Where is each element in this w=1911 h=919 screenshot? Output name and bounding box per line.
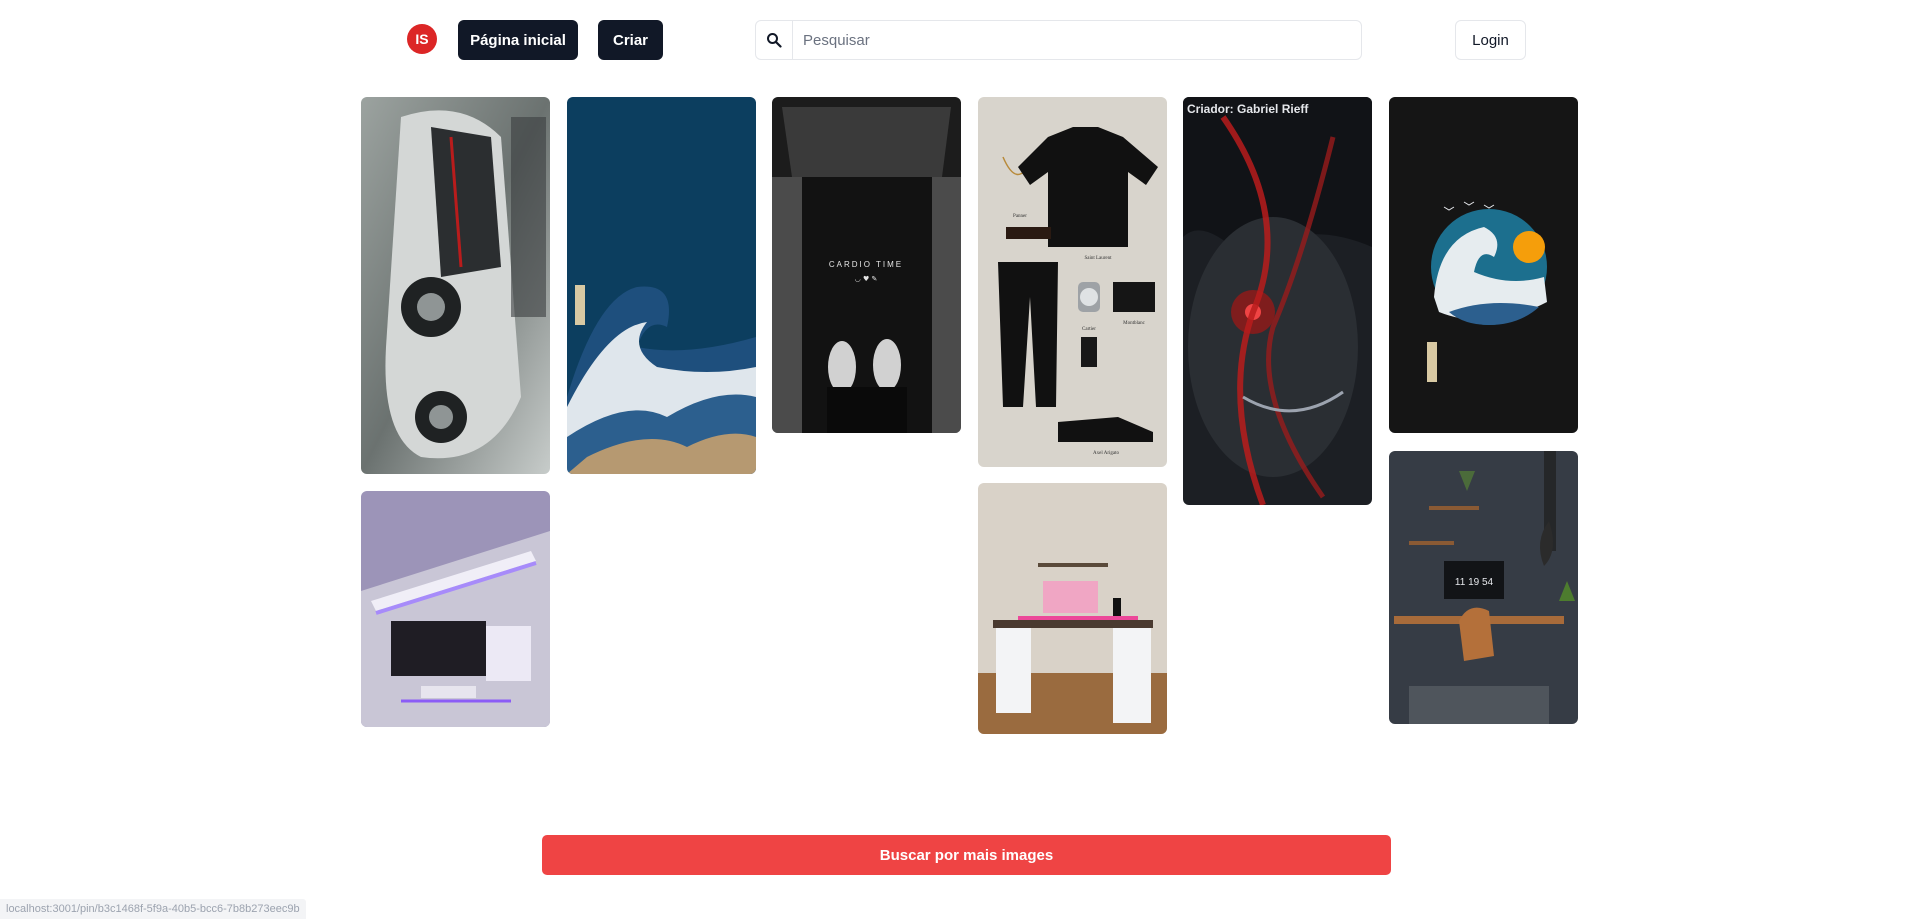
pin-creator-credit: Criador: Gabriel Rieff — [1187, 102, 1309, 116]
pin-great-wave-image — [567, 97, 756, 474]
pin-treadmill-image: CARDIO TIME ◡ ♥ ✎ — [772, 97, 961, 433]
search-icon[interactable] — [756, 21, 793, 59]
search-input[interactable] — [793, 22, 1361, 58]
top-navbar: IS Página inicial Criar Login — [0, 0, 1911, 80]
pin-anime-image — [1183, 97, 1372, 505]
app-logo[interactable]: IS — [407, 24, 437, 54]
outfit-label-1: Panner — [1013, 214, 1027, 219]
status-bar-url: localhost:3001/pin/b3c1468f-5f9a-40b5-bc… — [0, 899, 306, 919]
home-button[interactable]: Página inicial — [458, 20, 578, 60]
treadmill-caption: CARDIO TIME — [829, 260, 903, 269]
pin-anime[interactable]: Criador: Gabriel Rieff — [1183, 97, 1372, 505]
search-bar — [755, 20, 1362, 60]
treadmill-subcaption: ◡ ♥ ✎ — [855, 275, 878, 283]
pin-great-wave[interactable] — [567, 97, 756, 474]
office-clock: 11 19 54 — [1455, 577, 1494, 588]
outfit-label-3: Cartier — [1082, 327, 1096, 332]
pin-purple-setup-image — [361, 491, 550, 727]
login-button[interactable]: Login — [1455, 20, 1526, 60]
pin-purple-setup[interactable] — [361, 491, 550, 727]
pin-pink-desk[interactable] — [978, 483, 1167, 734]
pin-outfit-image: Panner Saint Laurent Cartier Montblanc A… — [978, 97, 1167, 467]
create-button[interactable]: Criar — [598, 20, 663, 60]
pin-outfit[interactable]: Panner Saint Laurent Cartier Montblanc A… — [978, 97, 1167, 467]
load-more-button[interactable]: Buscar por mais images — [542, 835, 1391, 875]
outfit-label-2: Saint Laurent — [1084, 256, 1112, 261]
pin-dark-office-image: 11 19 54 — [1389, 451, 1578, 724]
outfit-label-4: Montblanc — [1123, 321, 1145, 326]
pin-car[interactable] — [361, 97, 550, 474]
outfit-label-5: Axel Arigato — [1093, 451, 1119, 456]
pin-pink-desk-image — [978, 483, 1167, 734]
pin-car-image — [361, 97, 550, 474]
pin-dark-office[interactable]: 11 19 54 — [1389, 451, 1578, 724]
pin-treadmill[interactable]: CARDIO TIME ◡ ♥ ✎ — [772, 97, 961, 433]
pin-wave-circle[interactable] — [1389, 97, 1578, 433]
pin-wave-circle-image — [1389, 97, 1578, 433]
